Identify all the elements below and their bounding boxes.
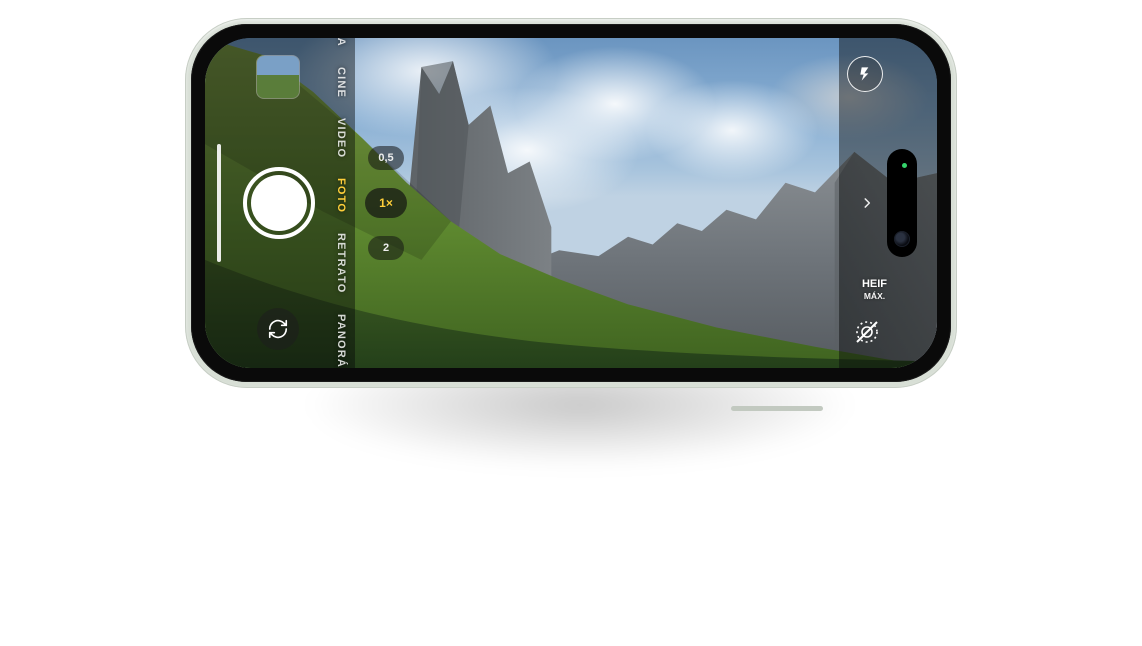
- shutter-button[interactable]: [243, 167, 315, 239]
- camera-overlay: LENTA CINE VIDEO FOTO RETRATO PANORÁMICA…: [205, 38, 937, 368]
- live-photo-toggle[interactable]: [849, 314, 885, 350]
- chevron-right-icon: [860, 196, 874, 210]
- mode-video[interactable]: VIDEO: [335, 118, 347, 158]
- switch-camera-button[interactable]: [257, 308, 299, 350]
- flash-icon: [857, 66, 873, 82]
- zoom-2x[interactable]: 2: [368, 236, 404, 260]
- side-button: [731, 406, 823, 411]
- live-photo-off-icon: [853, 318, 881, 346]
- expand-controls-button[interactable]: [857, 193, 877, 213]
- zoom-1x[interactable]: 1×: [365, 188, 407, 218]
- flash-toggle[interactable]: [847, 56, 883, 92]
- zoom-selector[interactable]: 0,5 1× 2: [365, 146, 407, 260]
- phone-frame: LENTA CINE VIDEO FOTO RETRATO PANORÁMICA…: [185, 18, 957, 388]
- bezel: LENTA CINE VIDEO FOTO RETRATO PANORÁMICA…: [191, 24, 951, 382]
- home-indicator: [217, 144, 221, 262]
- gallery-thumbnail[interactable]: [257, 56, 299, 98]
- mode-portrait[interactable]: RETRATO: [335, 233, 347, 294]
- zoom-ultrawide[interactable]: 0,5: [368, 146, 404, 170]
- mode-cine[interactable]: CINE: [335, 67, 347, 98]
- format-bottom: MÁX.: [862, 290, 887, 302]
- mode-photo[interactable]: FOTO: [335, 178, 347, 213]
- mode-pano[interactable]: PANORÁMICA: [335, 314, 347, 368]
- format-toggle[interactable]: HEIF MÁX.: [862, 278, 887, 302]
- format-top: HEIF: [862, 278, 887, 290]
- shutter-inner: [251, 175, 307, 231]
- mode-slow[interactable]: LENTA: [335, 38, 347, 47]
- screen: LENTA CINE VIDEO FOTO RETRATO PANORÁMICA…: [205, 38, 937, 368]
- switch-camera-icon: [267, 318, 289, 340]
- mode-selector[interactable]: LENTA CINE VIDEO FOTO RETRATO PANORÁMICA: [327, 38, 355, 368]
